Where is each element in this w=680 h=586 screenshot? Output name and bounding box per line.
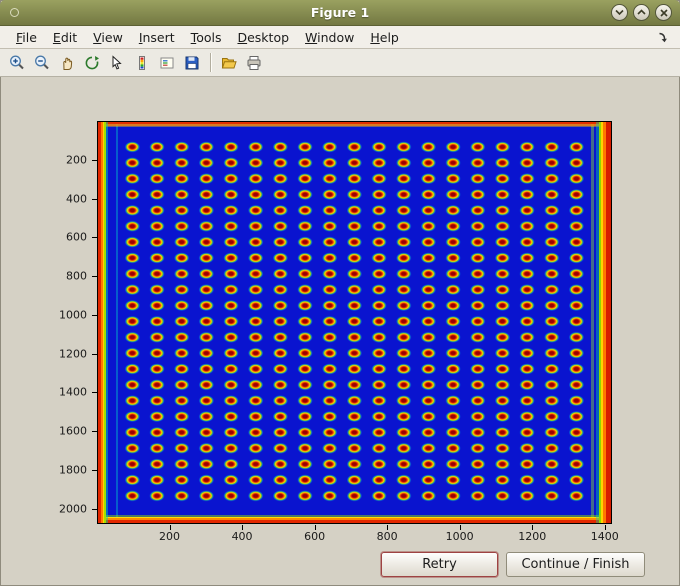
menu-bar: File Edit View Insert Tools Desktop Window Help: [0, 26, 680, 49]
pan-button[interactable]: [55, 51, 79, 75]
menu-item-insert[interactable]: Insert: [131, 27, 183, 48]
close-icon: [659, 8, 668, 17]
x-axis-tick-mark: [242, 525, 244, 530]
close-button[interactable]: [655, 4, 672, 21]
x-axis-tick-label: 1200: [518, 530, 547, 543]
menu-items: File Edit View Insert Tools Desktop Window Help: [8, 27, 407, 48]
window-controls: [611, 4, 672, 21]
x-axis-tick-mark: [314, 525, 316, 530]
save-button[interactable]: [180, 51, 204, 75]
x-axis-tick-label: 1000: [445, 530, 474, 543]
pan-hand-icon: [63, 57, 73, 70]
y-axis-tick-label: 1200: [59, 347, 87, 360]
menu-item-desktop[interactable]: Desktop: [229, 27, 297, 48]
maximize-button[interactable]: [633, 4, 650, 21]
y-axis-tick-label: 1800: [59, 463, 87, 477]
plot-axes[interactable]: [97, 121, 612, 524]
y-axis-tick-label: 1000: [59, 308, 87, 322]
menu-item-tools[interactable]: Tools: [183, 27, 230, 48]
chevron-up-icon: [637, 9, 646, 15]
retry-button[interactable]: Retry: [381, 552, 498, 577]
zoom-in-icon: [10, 55, 24, 69]
y-axis: 200 400 600 800 1000 1200 1400 1600 1800 2000: [50, 121, 97, 524]
colorbar-button[interactable]: [130, 51, 154, 75]
legend-button[interactable]: [155, 51, 179, 75]
menu-item-edit[interactable]: Edit: [45, 27, 85, 48]
y-axis-tick-label: 400: [66, 192, 87, 205]
zoom-out-icon: [35, 55, 49, 69]
x-axis-tick-mark: [387, 525, 389, 530]
y-axis-tick-label: 800: [66, 269, 87, 283]
x-axis-tick-label: 800: [376, 530, 398, 543]
open-folder-icon: [221, 57, 237, 68]
x-axis-tick-mark: [459, 525, 461, 530]
x-axis-tick-label: 400: [231, 530, 253, 543]
title-bar[interactable]: Figure 1: [0, 0, 680, 26]
legend-icon: [160, 57, 174, 68]
save-icon: [185, 56, 199, 69]
window-title: Figure 1: [310, 5, 370, 20]
open-folder-button[interactable]: [217, 51, 241, 75]
colorbar-icon: [139, 55, 145, 70]
x-axis-tick-mark: [169, 525, 171, 530]
zoom-in-button[interactable]: [5, 51, 29, 75]
x-axis-tick-label: 1400: [590, 530, 619, 543]
print-button[interactable]: [242, 51, 266, 75]
microarray-image: [120, 139, 586, 504]
y-axis-tick-label: 1600: [59, 424, 87, 438]
rotate-3d-icon: [85, 55, 99, 69]
menu-item-window[interactable]: Window: [297, 27, 362, 48]
figure-window: { "window": { "title": "Figure 1", "cont…: [0, 0, 680, 586]
menu-item-view[interactable]: View: [85, 27, 131, 48]
zoom-out-button[interactable]: [30, 51, 54, 75]
y-axis-tick-label: 1400: [59, 385, 87, 399]
figure-toolbar: [0, 49, 680, 77]
x-axis-tick-mark: [604, 525, 606, 530]
x-axis: 200 400 600 800 1000 1200 1400: [97, 525, 619, 545]
dock-arrow-icon: [659, 32, 667, 42]
dock-figure-button[interactable]: [657, 28, 672, 47]
y-axis-tick-label: 2000: [59, 502, 87, 515]
y-axis-tick-label: 600: [66, 230, 87, 244]
toolbar-separator: [210, 53, 211, 72]
rotate-3d-button[interactable]: [80, 51, 104, 75]
data-cursor-icon: [112, 54, 122, 70]
print-icon: [247, 55, 261, 70]
x-axis-tick-label: 600: [304, 530, 326, 543]
continue-finish-button[interactable]: Continue / Finish: [506, 552, 645, 577]
menu-item-help[interactable]: Help: [362, 27, 407, 48]
menu-item-file[interactable]: File: [8, 27, 45, 48]
x-axis-tick-mark: [532, 525, 534, 530]
x-axis-tick-label: 200: [159, 530, 181, 543]
shade-button[interactable]: [611, 4, 628, 21]
y-axis-tick-label: 200: [66, 153, 87, 167]
data-cursor-button[interactable]: [105, 51, 129, 75]
chevron-down-icon: [615, 9, 624, 16]
